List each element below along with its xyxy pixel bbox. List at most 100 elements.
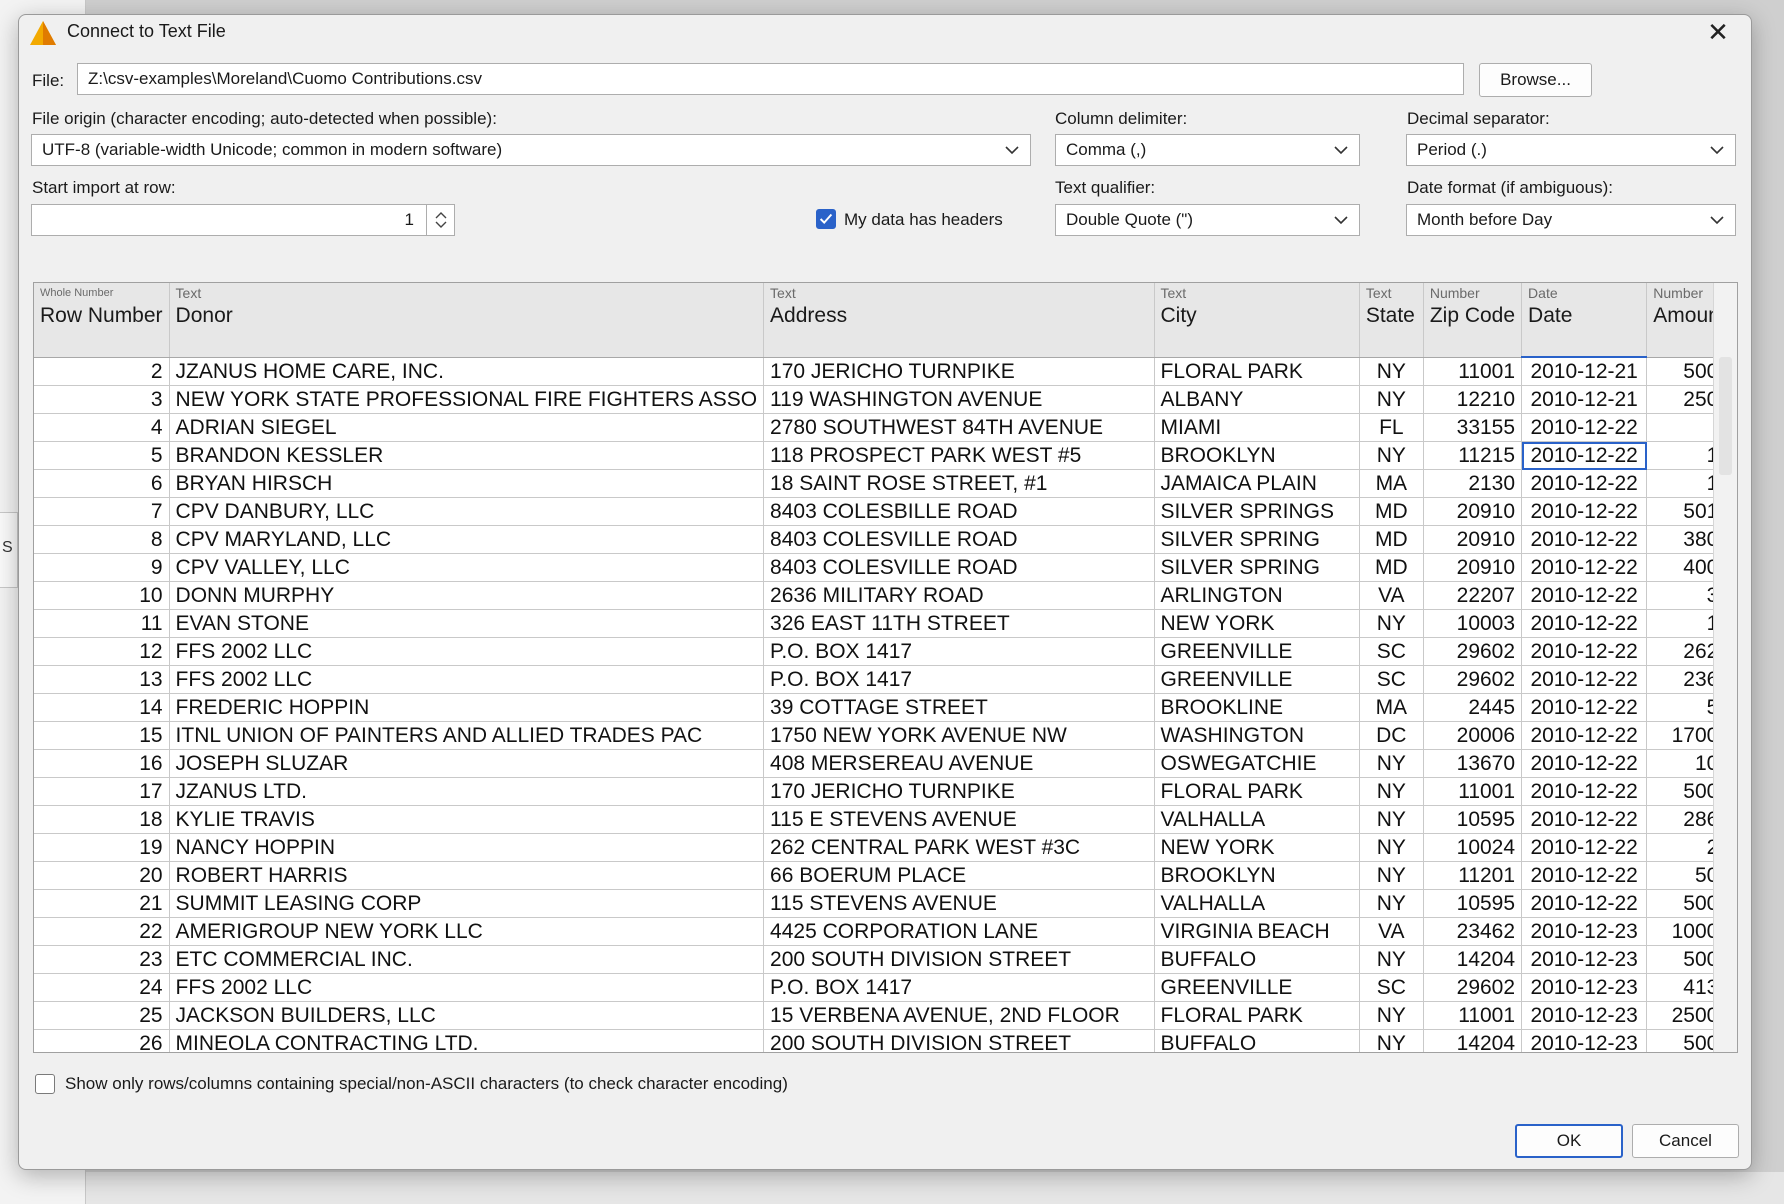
cell-zip-code[interactable]: 22207 [1423, 581, 1523, 610]
table-row[interactable]: 5 BRANDON KESSLER 118 PROSPECT PARK WEST #… [34, 441, 1737, 470]
cell-address[interactable]: 15 VERBENA AVENUE, 2ND FLOOR [763, 1001, 1155, 1030]
cell-date[interactable]: 2010-12-23 [1521, 1029, 1648, 1052]
nonascii-filter-label[interactable]: Show only rows/columns containing specia… [65, 1074, 788, 1094]
cell-city[interactable]: BUFFALO [1154, 1029, 1360, 1052]
cell-state[interactable]: MD [1359, 525, 1424, 554]
cell-city[interactable]: VIRGINIA BEACH [1154, 917, 1360, 946]
cell-donor[interactable]: FFS 2002 LLC [169, 637, 765, 666]
cell-city[interactable]: JAMAICA PLAIN [1154, 469, 1360, 498]
cell-state[interactable]: NY [1359, 777, 1424, 806]
cell-zip-code[interactable]: 14204 [1423, 1029, 1523, 1052]
table-row[interactable]: 11 EVAN STONE 326 EAST 11TH STREET NEW YORK… [34, 609, 1737, 638]
browse-button[interactable]: Browse... [1479, 63, 1592, 97]
cell-date[interactable]: 2010-12-21 [1521, 385, 1648, 414]
cell-row-number[interactable]: 6 [34, 469, 170, 498]
cell-donor[interactable]: AMERIGROUP NEW YORK LLC [169, 917, 765, 946]
cell-city[interactable]: NEW YORK [1154, 833, 1360, 862]
headers-checkbox[interactable] [816, 209, 836, 229]
cell-donor[interactable]: BRANDON KESSLER [169, 441, 765, 470]
cell-date[interactable]: 2010-12-22 [1521, 693, 1648, 722]
table-row[interactable]: 12 FFS 2002 LLC P.O. BOX 1417 GREENVILLE SC 2… [34, 637, 1737, 666]
text-qualifier-select[interactable]: Double Quote (") [1055, 204, 1360, 236]
cell-row-number[interactable]: 7 [34, 497, 170, 526]
file-path-field[interactable]: Z:\csv-examples\Moreland\Cuomo Contribut… [77, 63, 1464, 95]
cell-address[interactable]: 115 STEVENS AVENUE [763, 889, 1155, 918]
cell-row-number[interactable]: 24 [34, 973, 170, 1002]
cell-row-number[interactable]: 9 [34, 553, 170, 582]
cell-address[interactable]: P.O. BOX 1417 [763, 973, 1155, 1002]
cell-row-number[interactable]: 11 [34, 609, 170, 638]
table-row[interactable]: 17 JZANUS LTD. 170 JERICHO TURNPIKE FLORAL … [34, 777, 1737, 806]
cell-row-number[interactable]: 25 [34, 1001, 170, 1030]
cell-date[interactable]: 2010-12-22 [1521, 581, 1648, 610]
cell-date[interactable]: 2010-12-22 [1521, 861, 1648, 890]
cell-donor[interactable]: ADRIAN SIEGEL [169, 413, 765, 442]
cell-zip-code[interactable]: 11001 [1423, 777, 1523, 806]
vertical-scrollbar[interactable] [1713, 283, 1737, 1052]
cell-address[interactable]: 200 SOUTH DIVISION STREET [763, 1029, 1155, 1052]
cell-city[interactable]: GREENVILLE [1154, 973, 1360, 1002]
decimal-separator-select[interactable]: Period (.) [1406, 134, 1736, 166]
column-header-address[interactable]: Text Address [763, 283, 1155, 358]
cell-row-number[interactable]: 17 [34, 777, 170, 806]
cell-city[interactable]: ALBANY [1154, 385, 1360, 414]
cell-date[interactable]: 2010-12-22 [1521, 833, 1648, 862]
column-delimiter-select[interactable]: Comma (,) [1055, 134, 1360, 166]
cell-zip-code[interactable]: 29602 [1423, 665, 1523, 694]
cell-date[interactable]: 2010-12-22 [1521, 637, 1648, 666]
cell-address[interactable]: 1750 NEW YORK AVENUE NW [763, 721, 1155, 750]
table-row[interactable]: 25 JACKSON BUILDERS, LLC 15 VERBENA AVENUE… [34, 1001, 1737, 1030]
cell-address[interactable]: 170 JERICHO TURNPIKE [763, 777, 1155, 806]
cell-state[interactable]: NY [1359, 385, 1424, 414]
cell-donor[interactable]: EVAN STONE [169, 609, 765, 638]
cell-state[interactable]: NY [1359, 889, 1424, 918]
table-row[interactable]: 20 ROBERT HARRIS 66 BOERUM PLACE BROOKLYN NY… [34, 861, 1737, 890]
cell-zip-code[interactable]: 11215 [1423, 441, 1523, 470]
cell-donor[interactable]: CPV DANBURY, LLC [169, 497, 765, 526]
cell-row-number[interactable]: 21 [34, 889, 170, 918]
cell-row-number[interactable]: 15 [34, 721, 170, 750]
cell-state[interactable]: NY [1359, 609, 1424, 638]
cell-date[interactable]: 2010-12-23 [1521, 973, 1648, 1002]
table-row[interactable]: 19 NANCY HOPPIN 262 CENTRAL PARK WEST #3C N… [34, 833, 1737, 862]
cell-zip-code[interactable]: 10595 [1423, 889, 1523, 918]
table-row[interactable]: 7 CPV DANBURY, LLC 8403 COLESBILLE ROAD SIL… [34, 497, 1737, 526]
column-header-state[interactable]: Text State [1359, 283, 1424, 358]
cell-city[interactable]: FLORAL PARK [1154, 1001, 1360, 1030]
cell-donor[interactable]: FFS 2002 LLC [169, 665, 765, 694]
scrollbar-thumb[interactable] [1719, 357, 1732, 475]
cell-address[interactable]: 4425 CORPORATION LANE [763, 917, 1155, 946]
preview-grid[interactable]: Whole Number Row Number Text Donor Text … [33, 282, 1738, 1053]
cell-address[interactable]: 39 COTTAGE STREET [763, 693, 1155, 722]
cell-city[interactable]: SILVER SPRINGS [1154, 497, 1360, 526]
cell-date[interactable]: 2010-12-22 [1521, 805, 1648, 834]
cell-date[interactable]: 2010-12-22 [1521, 721, 1648, 750]
table-row[interactable]: 3 NEW YORK STATE PROFESSIONAL FIRE FIGHTE… [34, 385, 1737, 414]
table-row[interactable]: 6 BRYAN HIRSCH 18 SAINT ROSE STREET, #1 JAM… [34, 469, 1737, 498]
cell-zip-code[interactable]: 20006 [1423, 721, 1523, 750]
cell-date[interactable]: 2010-12-23 [1521, 945, 1648, 974]
cell-zip-code[interactable]: 10003 [1423, 609, 1523, 638]
table-row[interactable]: 16 JOSEPH SLUZAR 408 MERSEREAU AVENUE OSWEG… [34, 749, 1737, 778]
cell-zip-code[interactable]: 20910 [1423, 497, 1523, 526]
cell-city[interactable]: VALHALLA [1154, 805, 1360, 834]
cell-row-number[interactable]: 23 [34, 945, 170, 974]
cell-row-number[interactable]: 5 [34, 441, 170, 470]
spin-updown-icon[interactable] [426, 205, 454, 235]
cell-zip-code[interactable]: 23462 [1423, 917, 1523, 946]
cell-date[interactable]: 2010-12-22 [1521, 525, 1648, 554]
cell-address[interactable]: 200 SOUTH DIVISION STREET [763, 945, 1155, 974]
cell-row-number[interactable]: 2 [34, 357, 170, 386]
cell-donor[interactable]: ITNL UNION OF PAINTERS AND ALLIED TRADES… [169, 721, 765, 750]
cell-zip-code[interactable]: 33155 [1423, 413, 1523, 442]
cell-date[interactable]: 2010-12-22 [1521, 889, 1648, 918]
cell-date[interactable]: 2010-12-22 [1521, 553, 1648, 582]
cell-row-number[interactable]: 20 [34, 861, 170, 890]
cell-date[interactable]: 2010-12-22 [1521, 441, 1648, 470]
cell-state[interactable]: SC [1359, 973, 1424, 1002]
cell-city[interactable]: GREENVILLE [1154, 665, 1360, 694]
cell-address[interactable]: 8403 COLESVILLE ROAD [763, 525, 1155, 554]
cell-row-number[interactable]: 4 [34, 413, 170, 442]
cell-address[interactable]: 66 BOERUM PLACE [763, 861, 1155, 890]
cell-address[interactable]: 119 WASHINGTON AVENUE [763, 385, 1155, 414]
